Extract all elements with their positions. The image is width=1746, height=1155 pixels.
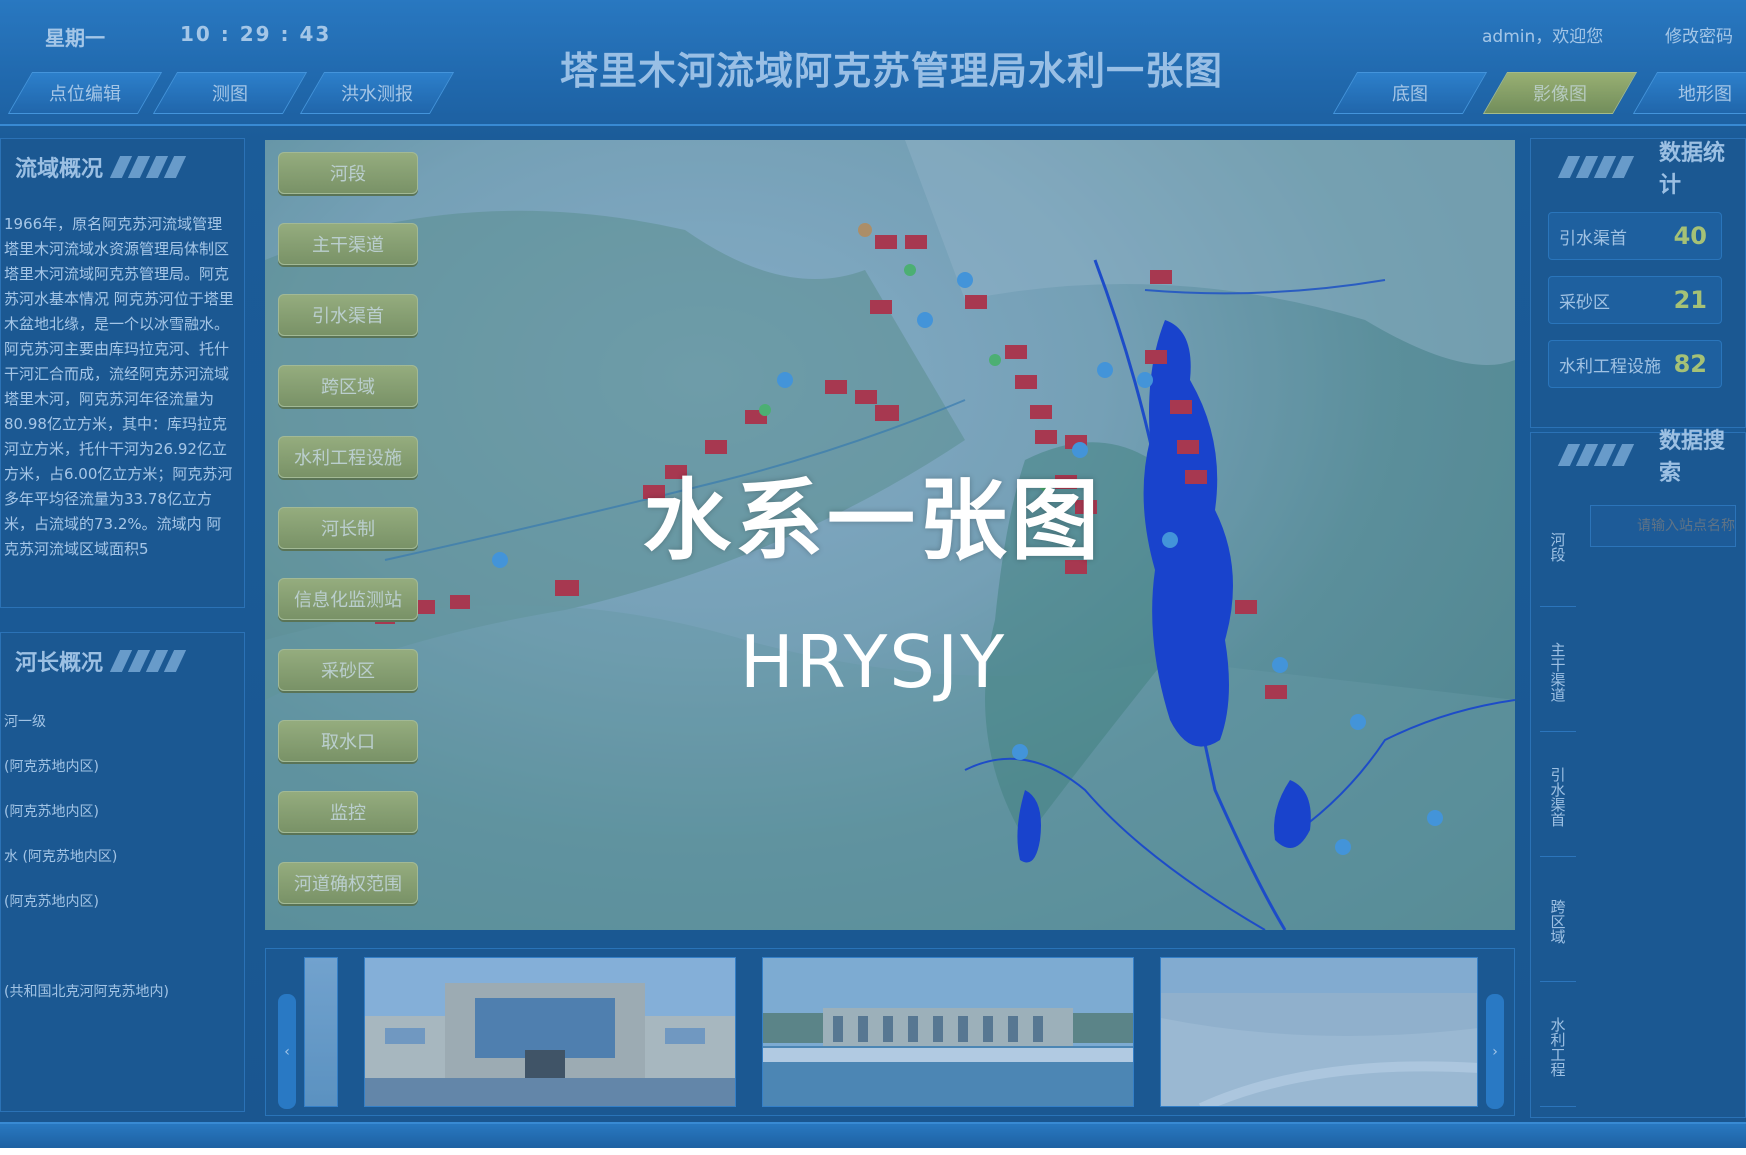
photo-thumbnail[interactable]	[304, 957, 338, 1107]
building-photo	[365, 958, 735, 1106]
stripes-decoration	[1557, 156, 1635, 178]
data-stats-header: 数据统计	[1551, 141, 1745, 198]
clock: 10 : 29 : 43	[180, 22, 332, 46]
vtab-cross-region[interactable]: 跨区域	[1540, 862, 1576, 982]
stat-water-facilities: 水利工程设施 82	[1548, 340, 1722, 388]
basin-overview-title: 流域概况	[15, 157, 104, 182]
stat-value: 40	[1673, 222, 1707, 250]
stripes-decoration	[109, 156, 187, 178]
stat-label: 采砂区	[1559, 292, 1610, 313]
tab-point-edit[interactable]: 点位编辑	[7, 72, 163, 114]
change-password-link[interactable]: 修改密码	[1665, 22, 1733, 47]
tab-base-map[interactable]: 底图	[1332, 72, 1488, 114]
tab-label: 底图	[1392, 84, 1428, 105]
tab-label: 影像图	[1533, 84, 1587, 105]
list-item[interactable]: (阿克苏地内区)	[4, 745, 234, 790]
stat-diversion-heads: 引水渠首 40	[1548, 212, 1722, 260]
stat-value: 21	[1673, 286, 1707, 314]
tab-label: 地形图	[1678, 84, 1732, 105]
stat-label: 引水渠首	[1559, 228, 1627, 249]
photo-carousel: ‹ ›	[265, 948, 1515, 1116]
layer-button-camera[interactable]: 监控	[278, 791, 418, 833]
snow-terrain	[905, 140, 1515, 365]
layer-button-river-section[interactable]: 河段	[278, 152, 418, 194]
vtab-diversion-head[interactable]: 引水渠首	[1540, 737, 1576, 857]
stat-sand-mining-areas: 采砂区 21	[1548, 276, 1722, 324]
tab-satellite-map[interactable]: 影像图	[1482, 72, 1638, 114]
layer-button-main-canal[interactable]: 主干渠道	[278, 223, 418, 265]
vertical-tab-bar: 河段 主干渠道 引水渠首 跨区域 水利工程	[1540, 487, 1576, 1112]
dashboard-frame: 星期一 10 : 29 : 43 塔里木河流域阿克苏管理局水利一张图 admin…	[0, 0, 1746, 1148]
vtab-water-project[interactable]: 水利工程	[1540, 987, 1576, 1107]
overlay-subtitle: HRYSJY	[739, 620, 1007, 704]
tab-flood-forecast[interactable]: 洪水测报	[299, 72, 455, 114]
basin-overview-header: 流域概况	[15, 145, 187, 189]
river-photo	[1161, 958, 1477, 1106]
carousel-prev-button[interactable]: ‹	[278, 994, 296, 1109]
footer-bar	[0, 1122, 1746, 1148]
stat-value: 82	[1673, 350, 1707, 378]
river-chief-list: 河一级 (阿克苏地内区) (阿克苏地内区) 水 (阿克苏地内区) (阿克苏地内区…	[4, 700, 234, 1015]
layer-button-diversion-head[interactable]: 引水渠首	[278, 294, 418, 336]
tab-label: 点位编辑	[49, 84, 121, 105]
dam-photo	[763, 958, 1133, 1106]
page-title: 塔里木河流域阿克苏管理局水利一张图	[560, 49, 1224, 93]
layer-button-river-boundary[interactable]: 河道确权范围	[278, 862, 418, 904]
photo-thumbnail[interactable]	[1160, 957, 1478, 1107]
list-item[interactable]: (阿克苏地内区)	[4, 880, 234, 925]
layer-button-monitor-station[interactable]: 信息化监测站	[278, 578, 418, 620]
photo-thumbnail[interactable]	[762, 957, 1134, 1107]
weekday-label: 星期一	[45, 26, 105, 50]
list-item[interactable]: 水 (阿克苏地内区)	[4, 835, 234, 880]
carousel-next-button[interactable]: ›	[1486, 994, 1504, 1109]
list-item[interactable]: (阿克苏地内区)	[4, 790, 234, 835]
header-bar: 星期一 10 : 29 : 43 塔里木河流域阿克苏管理局水利一张图 admin…	[0, 0, 1746, 126]
list-item[interactable]	[4, 925, 234, 970]
tab-terrain-map[interactable]: 地形图	[1632, 72, 1746, 114]
data-stats-title: 数据统计	[1659, 141, 1726, 198]
tab-label: 测图	[212, 84, 248, 105]
tab-label: 洪水测报	[341, 84, 413, 105]
layer-button-water-intake[interactable]: 取水口	[278, 720, 418, 762]
list-item[interactable]: 河一级	[4, 700, 234, 745]
tab-survey[interactable]: 测图	[152, 72, 308, 114]
stat-label: 水利工程设施	[1559, 356, 1661, 377]
user-greeting: admin，欢迎您	[1482, 27, 1604, 47]
photo-thumbnail[interactable]	[364, 957, 736, 1107]
overlay-title: 水系一张图	[642, 469, 1103, 572]
layer-button-cross-region[interactable]: 跨区域	[278, 365, 418, 407]
list-item[interactable]: (共和国北克河阿克苏地内)	[4, 970, 234, 1015]
